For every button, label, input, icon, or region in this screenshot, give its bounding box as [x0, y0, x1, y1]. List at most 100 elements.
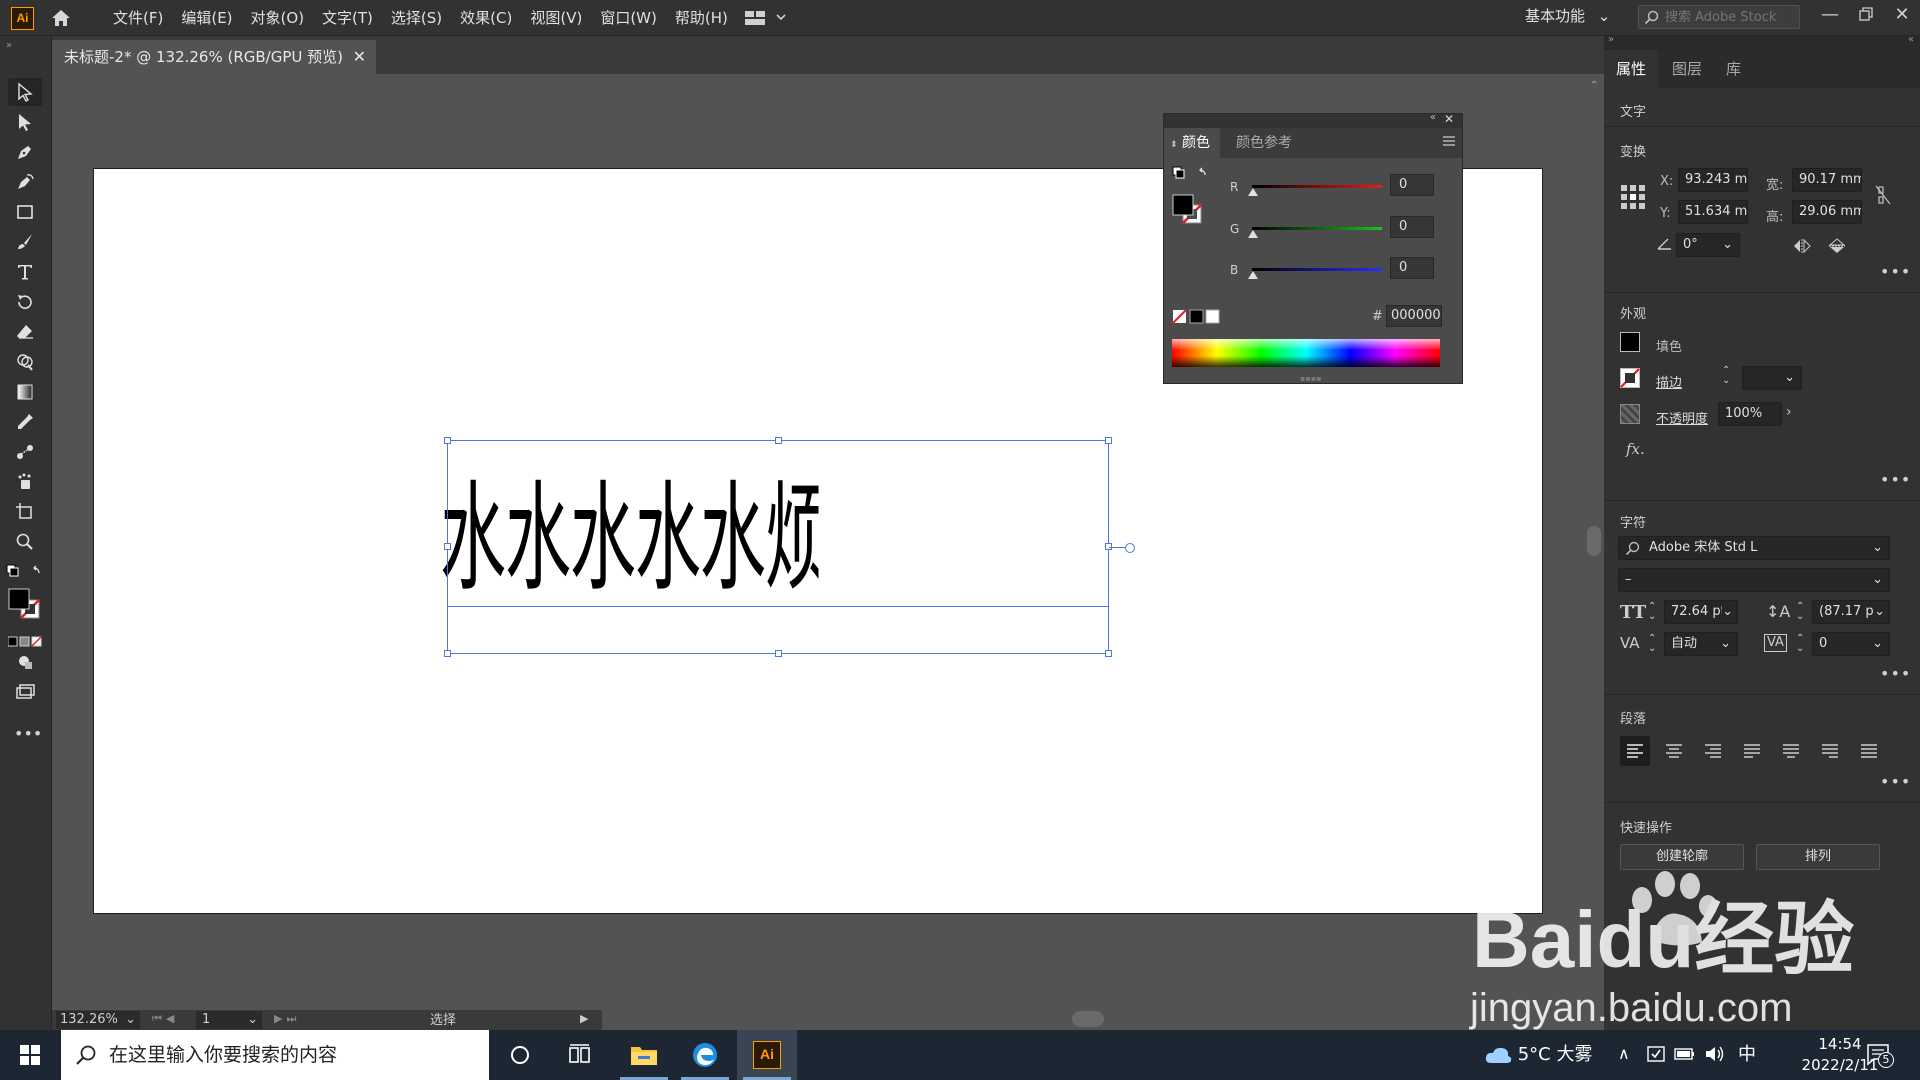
rotate-field[interactable]: 0° ⌄ — [1676, 233, 1740, 257]
artboard-tool[interactable] — [8, 498, 42, 526]
collapse-panel-icon[interactable]: « — [1430, 112, 1436, 123]
horizontal-scroll-thumb[interactable] — [1072, 1011, 1104, 1027]
flip-vertical-icon[interactable] — [1828, 237, 1846, 259]
red-slider-knob[interactable] — [1248, 188, 1258, 196]
first-prev-page-icons[interactable]: ⏮◀ — [152, 1012, 178, 1026]
tab-layers[interactable]: 图层 — [1672, 50, 1702, 88]
handle-middle-left[interactable] — [444, 543, 451, 550]
font-family-field[interactable]: Adobe 宋体 Std L ⌄ — [1618, 536, 1890, 560]
green-slider[interactable] — [1252, 227, 1382, 230]
red-slider[interactable] — [1252, 185, 1382, 188]
volume-icon[interactable] — [1704, 1044, 1726, 1068]
align-left-button[interactable] — [1620, 736, 1650, 766]
start-button[interactable] — [0, 1030, 60, 1080]
more-character-options-icon[interactable]: ••• — [1880, 664, 1911, 683]
file-explorer-button[interactable] — [614, 1030, 674, 1080]
kerning-field[interactable]: 自动 ⌄ — [1664, 632, 1738, 656]
font-size-field[interactable]: 72.64 pt ⌄ — [1664, 600, 1738, 624]
font-size-stepper-icon[interactable]: ⌃ ⌄ — [1648, 602, 1656, 622]
notification-center-button[interactable]: 5 — [1866, 1042, 1894, 1072]
panel-resize-grip[interactable]: ▪▪▪▪ — [1300, 374, 1322, 383]
font-style-field[interactable]: – ⌄ — [1618, 568, 1890, 592]
page-number-field[interactable]: 1 ⌄ — [196, 1011, 262, 1029]
panel-menu-icon[interactable] — [1442, 134, 1456, 152]
more-transform-options-icon[interactable]: ••• — [1880, 262, 1911, 281]
blue-slider-knob[interactable] — [1248, 271, 1258, 279]
justify-all-button[interactable] — [1854, 736, 1884, 766]
hex-value-field[interactable]: 000000 — [1386, 305, 1442, 327]
tab-color[interactable]: ⬍ 颜色 — [1164, 128, 1220, 158]
tab-libraries[interactable]: 库 — [1726, 50, 1741, 88]
chevron-right-icon[interactable]: › — [1786, 404, 1792, 420]
y-field[interactable]: 51.634 mm — [1678, 200, 1748, 224]
stock-search-input[interactable] — [1665, 8, 1797, 26]
tab-color-guide[interactable]: 颜色参考 — [1236, 128, 1292, 158]
handle-bottom-left[interactable] — [444, 650, 451, 657]
illustrator-taskbar-button[interactable]: Ai — [737, 1030, 797, 1080]
type-tool[interactable] — [8, 258, 42, 286]
input-method-indicator[interactable]: 中 — [1738, 1030, 1756, 1080]
document-tab[interactable]: 未标题-2* @ 132.26% (RGB/GPU 预览) ✕ — [52, 40, 376, 74]
leading-field[interactable]: (87.17 pt) ⌄ — [1812, 600, 1890, 624]
scroll-up-icon[interactable]: ⌃ — [1590, 80, 1598, 91]
paintbrush-tool[interactable] — [8, 228, 42, 256]
horizontal-scrollbar[interactable] — [520, 1010, 1586, 1030]
height-field[interactable]: 29.06 mm — [1792, 200, 1862, 224]
more-appearance-options-icon[interactable]: ••• — [1880, 470, 1911, 489]
reference-point-icon[interactable] — [1620, 184, 1646, 214]
handle-top-center[interactable] — [775, 437, 782, 444]
menu-help[interactable]: 帮助(H) — [666, 0, 737, 36]
justify-center-button[interactable] — [1776, 736, 1806, 766]
direct-selection-tool[interactable] — [8, 108, 42, 136]
fx-icon[interactable]: fx. — [1626, 440, 1645, 458]
green-slider-knob[interactable] — [1248, 230, 1258, 238]
workspace-switcher[interactable]: 基本功能 ⌄ — [1525, 0, 1610, 32]
green-value-field[interactable]: 0 — [1390, 216, 1434, 238]
rectangle-tool[interactable] — [8, 198, 42, 226]
menu-select[interactable]: 选择(S) — [382, 0, 451, 36]
symbol-sprayer-tool[interactable] — [8, 468, 42, 496]
arrange-button[interactable]: 排列 — [1756, 844, 1880, 870]
minimize-button[interactable]: — — [1812, 0, 1848, 28]
width-field[interactable]: 90.17 mm — [1792, 168, 1862, 192]
handle-bottom-right[interactable] — [1105, 650, 1112, 657]
menu-view[interactable]: 视图(V) — [521, 0, 591, 36]
battery-icon[interactable] — [1674, 1045, 1696, 1067]
selection-bounding-box[interactable] — [444, 437, 1112, 657]
arrange-documents-button[interactable] — [745, 9, 789, 27]
tracking-field[interactable]: 0 ⌄ — [1812, 632, 1890, 656]
swap-fill-stroke-icon[interactable] — [1172, 166, 1212, 186]
handle-top-left[interactable] — [444, 437, 451, 444]
none-black-white-swatches[interactable] — [1172, 309, 1222, 329]
close-button[interactable]: ✕ — [1884, 0, 1920, 28]
taskbar-search[interactable]: 在这里输入你要搜索的内容 — [61, 1030, 489, 1080]
draw-mode-tool[interactable] — [8, 648, 42, 676]
constrain-proportions-icon[interactable] — [1874, 184, 1892, 210]
stroke-swatch[interactable] — [1620, 368, 1640, 392]
justify-left-button[interactable] — [1737, 736, 1767, 766]
handle-top-right[interactable] — [1105, 437, 1112, 444]
align-right-button[interactable] — [1698, 736, 1728, 766]
fill-label[interactable]: 填色 — [1656, 336, 1682, 355]
shape-builder-tool[interactable] — [8, 348, 42, 376]
color-panel-titlebar[interactable]: « ✕ — [1164, 112, 1462, 128]
flip-horizontal-icon[interactable] — [1792, 238, 1812, 258]
leading-stepper-icon[interactable]: ⌃ ⌄ — [1796, 602, 1804, 622]
menu-edit[interactable]: 编辑(E) — [172, 0, 241, 36]
cortana-button[interactable] — [490, 1030, 550, 1080]
tab-properties[interactable]: 属性 — [1604, 50, 1658, 88]
blue-slider[interactable] — [1252, 268, 1382, 271]
task-view-button[interactable] — [550, 1030, 610, 1080]
swap-fill-stroke-icon[interactable] — [6, 564, 46, 584]
fill-swatch[interactable] — [1620, 332, 1640, 352]
handle-bottom-center[interactable] — [775, 650, 782, 657]
menu-type[interactable]: 文字(T) — [313, 0, 382, 36]
menu-effect[interactable]: 效果(C) — [451, 0, 521, 36]
menu-window[interactable]: 窗口(W) — [591, 0, 666, 36]
blue-value-field[interactable]: 0 — [1390, 257, 1434, 279]
x-field[interactable]: 93.243 mm — [1678, 168, 1748, 192]
zoom-level-field[interactable]: 132.26% ⌄ — [56, 1011, 140, 1029]
screen-mode-tool[interactable] — [8, 678, 42, 706]
weather-widget[interactable]: 5°C 大雾 — [1484, 1030, 1592, 1080]
eraser-tool[interactable] — [8, 318, 42, 346]
